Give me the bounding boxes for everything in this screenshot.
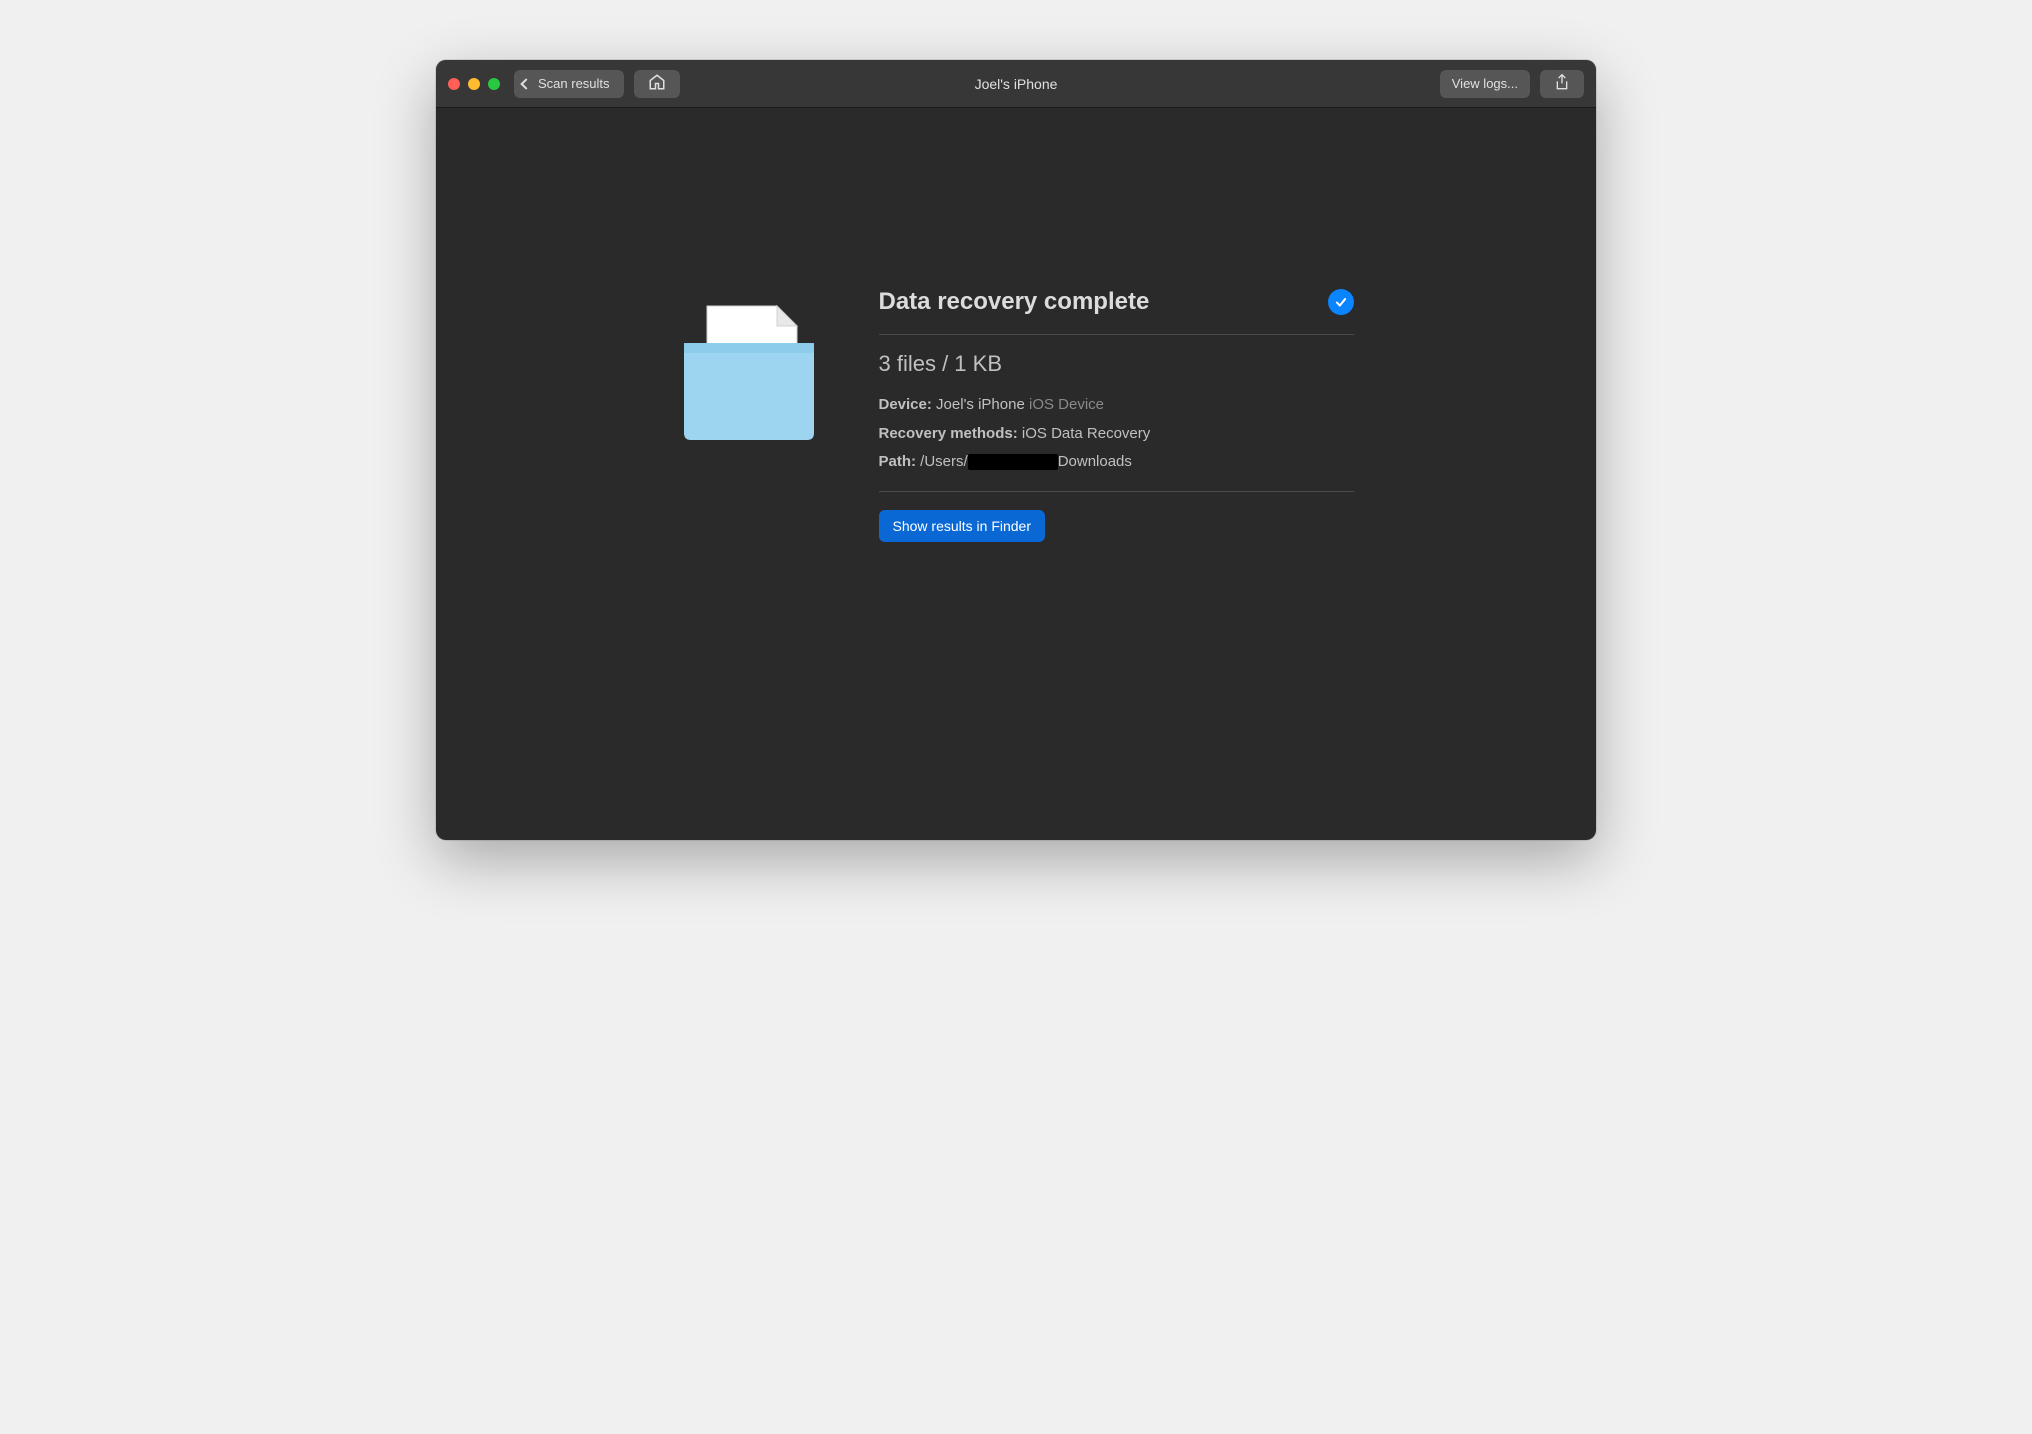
view-logs-button[interactable]: View logs...: [1440, 70, 1530, 98]
home-icon: [648, 73, 666, 94]
share-icon: [1554, 73, 1570, 94]
show-in-finder-button[interactable]: Show results in Finder: [879, 510, 1046, 542]
result-details: Data recovery complete 3 files / 1 KB De…: [879, 288, 1354, 542]
path-label: Path:: [879, 453, 917, 470]
device-row: Device: Joel's iPhone iOS Device: [879, 391, 1354, 420]
finder-button-label: Show results in Finder: [893, 518, 1032, 534]
folder-icon: [679, 298, 819, 448]
content-area: Data recovery complete 3 files / 1 KB De…: [436, 108, 1596, 840]
result-summary: 3 files / 1 KB: [879, 351, 1354, 377]
home-button[interactable]: [634, 70, 680, 98]
back-button-label: Scan results: [538, 76, 610, 91]
view-logs-label: View logs...: [1452, 76, 1518, 91]
result-heading: Data recovery complete: [879, 288, 1150, 316]
methods-value: iOS Data Recovery: [1022, 425, 1150, 442]
share-button[interactable]: [1540, 70, 1584, 98]
success-check-icon: [1328, 289, 1354, 315]
methods-row: Recovery methods: iOS Data Recovery: [879, 420, 1354, 449]
path-redacted: [968, 454, 1058, 470]
methods-label: Recovery methods:: [879, 425, 1018, 442]
result-container: Data recovery complete 3 files / 1 KB De…: [679, 288, 1354, 542]
device-type: iOS Device: [1029, 396, 1104, 413]
window-zoom-button[interactable]: [488, 78, 500, 90]
back-button[interactable]: Scan results: [514, 70, 624, 98]
app-window: Scan results Joel's iPhone View logs...: [436, 60, 1596, 840]
window-title: Joel's iPhone: [975, 76, 1058, 92]
path-suffix: Downloads: [1058, 453, 1132, 470]
device-label: Device:: [879, 396, 932, 413]
window-minimize-button[interactable]: [468, 78, 480, 90]
device-name: Joel's iPhone: [936, 396, 1025, 413]
window-close-button[interactable]: [448, 78, 460, 90]
path-prefix: /Users/: [920, 453, 968, 470]
divider: [879, 491, 1354, 492]
titlebar: Scan results Joel's iPhone View logs...: [436, 60, 1596, 108]
path-row: Path: /Users/Downloads: [879, 448, 1354, 477]
traffic-lights: [448, 78, 500, 90]
chevron-left-icon: [520, 78, 531, 89]
folder-illustration: [679, 288, 819, 453]
